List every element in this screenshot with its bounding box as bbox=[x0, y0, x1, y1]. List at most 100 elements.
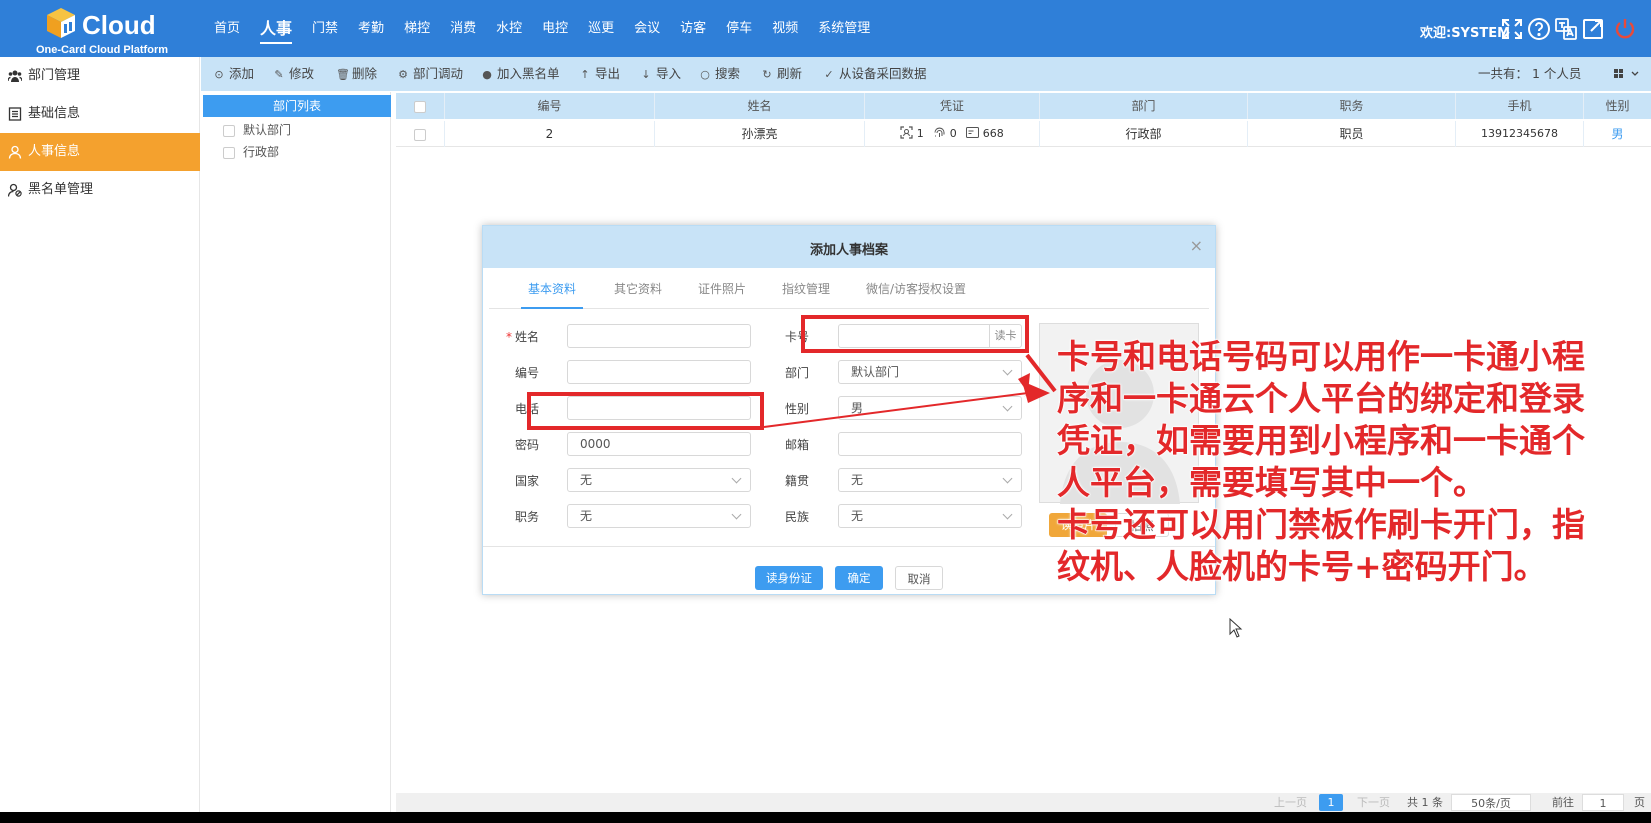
external-link-icon[interactable] bbox=[1581, 17, 1605, 41]
dept-item-admin[interactable]: 行政部 bbox=[223, 142, 279, 162]
confirm-button[interactable]: 确定 bbox=[835, 566, 883, 590]
page-size-select[interactable]: 50条/页 bbox=[1451, 794, 1531, 811]
ethnic-select[interactable]: 无 bbox=[838, 504, 1022, 528]
nav-item-7[interactable]: 电控 bbox=[532, 0, 578, 57]
col-header-phone[interactable]: 手机 bbox=[1456, 93, 1584, 119]
nav-item-label: 会议 bbox=[634, 21, 661, 36]
sidebar-item-blacklist[interactable]: 黑名单管理 bbox=[0, 171, 200, 209]
email-input[interactable] bbox=[838, 432, 1022, 456]
nav-item-0[interactable]: 首页 bbox=[204, 0, 250, 57]
sidebar-item-label: 基础信息 bbox=[28, 106, 81, 121]
sidebar-item-dept-management[interactable]: 部门管理 bbox=[0, 57, 200, 95]
toolbar-label: 从设备采回数据 bbox=[839, 66, 927, 81]
col-header-title[interactable]: 职务 bbox=[1248, 93, 1456, 119]
toolbar-button-2[interactable]: 🗑 删除 bbox=[336, 57, 377, 91]
toolbar-button-9[interactable]: ✓ 从设备采回数据 bbox=[823, 57, 927, 91]
toolbar-button-3[interactable]: ⚙ 部门调动 bbox=[397, 57, 463, 91]
prev-page-button[interactable]: 上一页 bbox=[1274, 794, 1307, 811]
view-toggle-icon[interactable] bbox=[1614, 68, 1642, 80]
nav-item-1[interactable]: 人事 bbox=[250, 0, 302, 57]
nav-item-6[interactable]: 水控 bbox=[486, 0, 532, 57]
nav-item-10[interactable]: 访客 bbox=[670, 0, 716, 57]
sidebar-item-personnel-info[interactable]: 人事信息 bbox=[0, 133, 200, 171]
checkbox[interactable] bbox=[223, 146, 235, 159]
dept-item-default[interactable]: 默认部门 bbox=[223, 120, 291, 140]
name-input[interactable] bbox=[567, 324, 751, 348]
native-place-select[interactable]: 无 bbox=[838, 468, 1022, 492]
select-all-cell[interactable] bbox=[396, 93, 445, 119]
table-row[interactable]: 2 孙漂亮 1 0 668 行政部 职员 13912345678 男 bbox=[396, 121, 1651, 147]
checkbox[interactable] bbox=[223, 124, 235, 137]
nav-item-13[interactable]: 系统管理 bbox=[808, 0, 880, 57]
dept-item-label: 默认部门 bbox=[243, 123, 292, 137]
toolbar-button-4[interactable]: ● 加入黑名单 bbox=[481, 57, 559, 91]
toolbar-button-0[interactable]: ⊙ 添加 bbox=[213, 57, 254, 91]
cube-logo-icon bbox=[47, 8, 75, 38]
language-icon[interactable] bbox=[1554, 17, 1578, 41]
power-icon[interactable] bbox=[1613, 17, 1637, 41]
annotation-line: 凭证，如需要用到小程序和一卡通个 bbox=[1057, 421, 1586, 461]
native-place-label: 籍贯 bbox=[784, 474, 809, 488]
position-select[interactable]: 无 bbox=[567, 504, 751, 528]
cell-title: 职员 bbox=[1248, 121, 1456, 147]
next-page-button[interactable]: 下一页 bbox=[1357, 794, 1390, 811]
row-select-cell[interactable] bbox=[396, 121, 445, 147]
nav-item-5[interactable]: 消费 bbox=[440, 0, 486, 57]
action-toolbar: 一共有： 1 个人员 ⊙ 添加 ✎ 修改 🗑 删除 ⚙ 部门调动 ● 加入黑名单 ↑ 导出 ↓ 导入 ○ 搜索… bbox=[201, 57, 1651, 91]
toolbar-button-7[interactable]: ○ 搜索 bbox=[699, 57, 740, 91]
nav-item-8[interactable]: 巡更 bbox=[578, 0, 624, 57]
nav-item-4[interactable]: 梯控 bbox=[394, 0, 440, 57]
nav-item-label: 首页 bbox=[214, 21, 241, 36]
brand-logo[interactable]: Cloud One-Card Cloud Platform bbox=[30, 4, 205, 56]
sidebar-item-basic-info[interactable]: 基础信息 bbox=[0, 95, 200, 133]
tab-fingerprint[interactable]: 指纹管理 bbox=[782, 269, 830, 309]
sidebar-item-label: 部门管理 bbox=[28, 68, 81, 83]
nav-item-12[interactable]: 视频 bbox=[762, 0, 808, 57]
goto-label: 前往 bbox=[1552, 796, 1574, 809]
col-header-id[interactable]: 编号 bbox=[445, 93, 655, 119]
toolbar-button-5[interactable]: ↑ 导出 bbox=[579, 57, 620, 91]
page-1-button[interactable]: 1 bbox=[1319, 794, 1343, 811]
toolbar-button-1[interactable]: ✎ 修改 bbox=[273, 57, 314, 91]
tab-other-info[interactable]: 其它资料 bbox=[614, 269, 662, 309]
main-nav: 首页 人事 门禁 考勤 梯控 消费 水控 电控 巡更 会议 访客 停车 视频 系统管理 bbox=[204, 0, 880, 57]
nav-item-3[interactable]: 考勤 bbox=[348, 0, 394, 57]
nav-item-label: 电控 bbox=[542, 21, 569, 36]
tab-basic-info[interactable]: 基本资料 bbox=[521, 269, 583, 309]
tab-wechat-visitor[interactable]: 微信/访客授权设置 bbox=[866, 269, 966, 309]
toolbar-button-8[interactable]: ↻ 刷新 bbox=[761, 57, 802, 91]
face-count: 1 bbox=[916, 127, 924, 140]
close-icon[interactable]: × bbox=[1190, 236, 1203, 255]
nav-item-2[interactable]: 门禁 bbox=[302, 0, 348, 57]
password-input[interactable] bbox=[567, 432, 751, 456]
select-all-checkbox[interactable] bbox=[414, 100, 426, 113]
col-header-gender[interactable]: 性别 bbox=[1584, 93, 1651, 119]
annotation-line: 卡号还可以用门禁板作刷卡开门，指 bbox=[1057, 505, 1586, 545]
number-input[interactable] bbox=[567, 360, 751, 384]
cancel-button[interactable]: 取消 bbox=[895, 566, 943, 590]
country-select[interactable]: 无 bbox=[567, 468, 751, 492]
help-icon[interactable] bbox=[1527, 17, 1551, 41]
read-id-card-button[interactable]: 读身份证 bbox=[755, 566, 823, 590]
app-screen: Cloud One-Card Cloud Platform 首页 人事 门禁 考勤 梯控… bbox=[0, 0, 1651, 812]
nav-item-11[interactable]: 停车 bbox=[716, 0, 762, 57]
nav-item-9[interactable]: 会议 bbox=[624, 0, 670, 57]
annotation-line: 卡号和电话号码可以用作一卡通小程 bbox=[1057, 337, 1586, 377]
col-header-credential[interactable]: 凭证 bbox=[865, 93, 1040, 119]
fullscreen-icon[interactable] bbox=[1500, 17, 1524, 41]
goto-page-input[interactable]: 1 bbox=[1582, 794, 1624, 811]
toolbar-label: 刷新 bbox=[777, 66, 803, 81]
welcome-text: 欢迎:SYSTEM bbox=[1420, 26, 1511, 41]
total-records: 共 1 条 bbox=[1407, 796, 1443, 809]
top-bar: Cloud One-Card Cloud Platform 首页 人事 门禁 考勤 梯控… bbox=[0, 0, 1651, 57]
col-header-name[interactable]: 姓名 bbox=[655, 93, 865, 119]
row-checkbox[interactable] bbox=[414, 128, 426, 141]
tab-id-photo[interactable]: 证件照片 bbox=[698, 269, 746, 309]
nav-item-label: 巡更 bbox=[588, 21, 615, 36]
toolbar-button-6[interactable]: ↓ 导入 bbox=[640, 57, 681, 91]
col-header-dept[interactable]: 部门 bbox=[1040, 93, 1248, 119]
cell-id: 2 bbox=[445, 121, 655, 147]
toolbar-icon: 🗑 bbox=[336, 68, 350, 81]
cell-credential: 1 0 668 bbox=[865, 121, 1040, 147]
number-label: 编号 bbox=[514, 366, 539, 380]
